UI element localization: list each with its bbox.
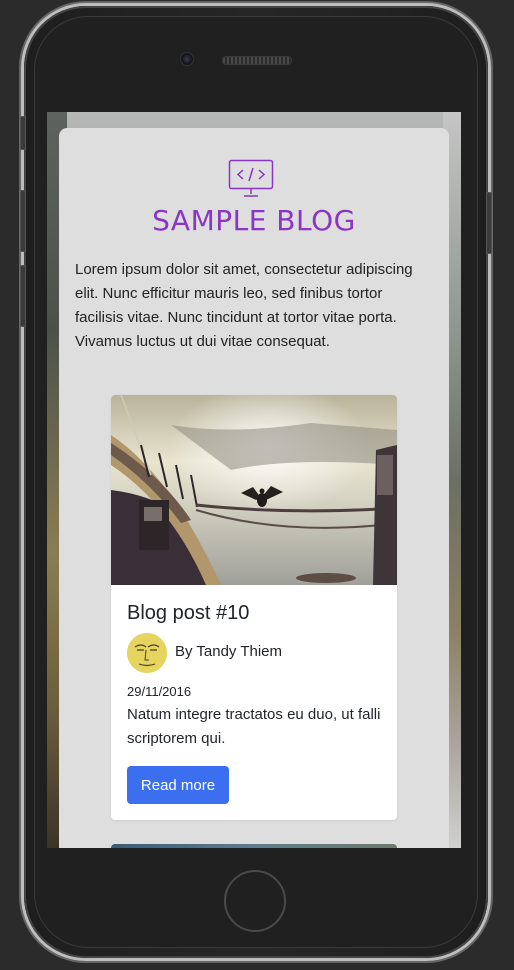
front-camera [180, 52, 194, 66]
post-image [111, 395, 397, 585]
page-title: SAMPLE BLOG [152, 204, 356, 237]
blog-post-card: Blog post #10 By Tandy Thiem 29/11/2016 … [111, 395, 397, 820]
next-post-card-peek[interactable] [111, 844, 397, 848]
mute-switch [20, 116, 26, 150]
avatar-face-icon [127, 633, 167, 673]
blog-panel: SAMPLE BLOG Lorem ipsum dolor sit amet, … [59, 128, 449, 848]
volume-down-button [20, 265, 26, 327]
intro-text: Lorem ipsum dolor sit amet, consectetur … [75, 261, 413, 350]
home-button[interactable] [224, 870, 286, 932]
post-excerpt: Natum integre tractatos eu duo, ut falli… [127, 706, 381, 747]
phone-screen[interactable]: SAMPLE BLOG Lorem ipsum dolor sit amet, … [47, 112, 461, 848]
post-date: 29/11/2016 [127, 684, 192, 699]
read-more-button[interactable]: Read more [127, 766, 229, 804]
volume-up-button [20, 190, 26, 252]
post-author: By Tandy Thiem [175, 643, 282, 660]
code-monitor-icon [228, 159, 274, 197]
avatar [127, 633, 167, 673]
post-title[interactable]: Blog post #10 [127, 602, 249, 625]
power-button [486, 192, 492, 254]
earpiece-speaker [222, 56, 292, 65]
